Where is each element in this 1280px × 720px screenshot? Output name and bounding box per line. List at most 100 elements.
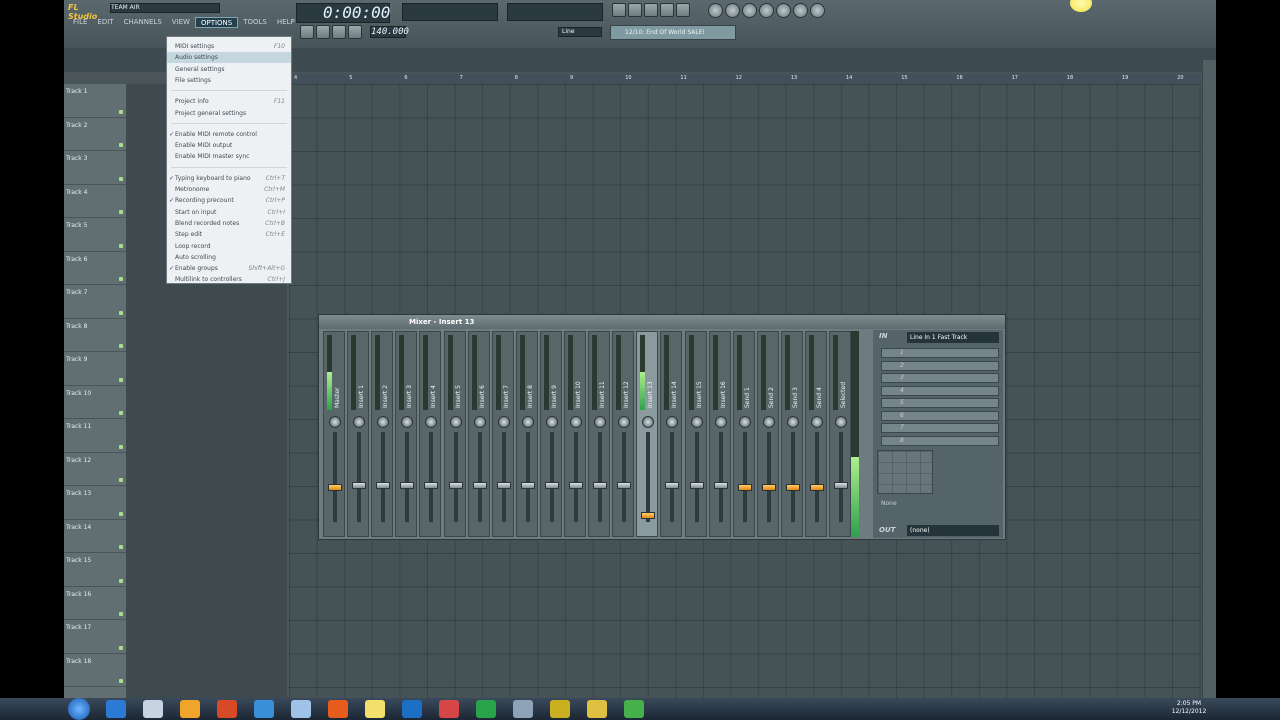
utorrent-icon[interactable]	[476, 700, 496, 718]
media-player-icon[interactable]	[180, 700, 200, 718]
options-menu-item[interactable]: Blend recorded notes Ctrl+B	[167, 218, 291, 229]
track-header[interactable]: Track 8	[64, 319, 126, 352]
track-mute-led[interactable]	[119, 277, 123, 281]
tools-icon[interactable]	[793, 3, 808, 18]
fader-cap[interactable]	[761, 484, 776, 491]
snap-selector[interactable]: Line	[558, 27, 602, 37]
volume-fader[interactable]	[790, 432, 795, 522]
mixer-strip[interactable]: Insert 11	[588, 331, 611, 537]
audition-icon[interactable]	[254, 700, 274, 718]
menu-tools[interactable]: TOOLS	[238, 17, 272, 28]
volume-fader[interactable]	[815, 432, 819, 522]
volume-fader[interactable]	[622, 432, 627, 522]
volume-fader[interactable]	[381, 432, 386, 522]
fx-slot[interactable]: 8	[881, 435, 999, 446]
track-mute-led[interactable]	[119, 444, 123, 449]
fader-cap[interactable]	[617, 482, 632, 489]
pan-knob[interactable]	[835, 416, 848, 428]
mixer-strip[interactable]: Insert 6	[467, 331, 490, 537]
mixer-strip[interactable]: Send 3	[780, 331, 803, 537]
pan-knob[interactable]	[738, 416, 751, 428]
pan-knob[interactable]	[618, 416, 631, 428]
track-header[interactable]: Track 7	[64, 285, 126, 319]
paint-icon[interactable]	[439, 700, 459, 718]
pan-knob[interactable]	[425, 416, 438, 428]
fader-cap[interactable]	[737, 484, 752, 491]
fader-cap[interactable]	[593, 482, 608, 489]
fader-cap[interactable]	[665, 482, 680, 489]
options-menu-item[interactable]: Project general settings	[167, 108, 291, 119]
volume-fader[interactable]	[694, 432, 699, 522]
track-mute-led[interactable]	[119, 411, 123, 415]
track-mute-led[interactable]	[119, 344, 123, 348]
track-mute-led[interactable]	[119, 243, 123, 248]
pan-knob[interactable]	[521, 416, 534, 428]
volume-fader[interactable]	[405, 432, 410, 522]
track-header[interactable]: Track 17	[64, 620, 126, 654]
track-mute-led[interactable]	[119, 645, 123, 650]
track-mute-led[interactable]	[119, 478, 123, 482]
menu-edit[interactable]: EDIT	[92, 17, 118, 28]
track-header[interactable]: Track 11	[64, 419, 126, 453]
options-menu-item[interactable]: ✓ Recording precount Ctrl+P	[167, 195, 291, 206]
track-header[interactable]: Track 6	[64, 252, 126, 285]
options-menu-item[interactable]: ✓ Typing keyboard to piano Ctrl+T	[167, 173, 291, 184]
track-header[interactable]: Track 9	[64, 352, 126, 386]
volume-fader[interactable]	[549, 432, 554, 522]
eq-graph[interactable]	[877, 450, 933, 494]
options-menu-item[interactable]: Enable MIDI output	[167, 140, 291, 151]
track-header[interactable]: Track 5	[64, 218, 126, 252]
volume-fader[interactable]	[525, 432, 530, 522]
ie-icon[interactable]	[106, 700, 126, 718]
pan-knob[interactable]	[786, 416, 799, 428]
mixer-button[interactable]	[676, 3, 690, 17]
options-menu-item[interactable]: Auto scrolling	[167, 252, 291, 263]
volume-fader[interactable]	[574, 432, 578, 522]
fader-cap[interactable]	[713, 482, 728, 489]
track-mute-led[interactable]	[119, 176, 123, 181]
mixer-strip[interactable]: Insert 14	[660, 331, 683, 537]
options-menu-item[interactable]: File settings	[167, 75, 291, 86]
volume-fader[interactable]	[718, 432, 723, 522]
mixer-strip[interactable]: Insert 15	[684, 331, 707, 537]
mixer-strip[interactable]: Insert 12	[612, 331, 635, 537]
fl-studio-task-icon[interactable]	[624, 700, 644, 718]
pat-song-toggle[interactable]	[300, 25, 314, 39]
menu-view[interactable]: VIEW	[167, 17, 195, 28]
undo-icon[interactable]	[708, 3, 723, 18]
track-mute-led[interactable]	[119, 377, 123, 382]
volume-fader[interactable]	[646, 432, 651, 522]
fader-cap[interactable]	[328, 484, 342, 491]
settings-icon[interactable]	[776, 3, 791, 18]
eq-preset[interactable]: None	[881, 500, 897, 507]
pan-knob[interactable]	[642, 416, 655, 428]
mixer-strip[interactable]: Insert 13	[636, 331, 659, 537]
fader-cap[interactable]	[376, 482, 391, 489]
fader-cap[interactable]	[689, 482, 704, 489]
options-menu-item[interactable]: Audio settings	[167, 52, 291, 64]
track-mute-led[interactable]	[119, 679, 123, 683]
track-mute-led[interactable]	[119, 310, 123, 315]
track-mute-led[interactable]	[119, 612, 123, 616]
fader-cap[interactable]	[472, 482, 487, 489]
volume-fader[interactable]	[357, 432, 362, 522]
mixer-strip[interactable]: Send 2	[756, 331, 779, 537]
pan-knob[interactable]	[401, 416, 414, 428]
fader-cap[interactable]	[785, 484, 800, 491]
browser-button[interactable]	[660, 3, 674, 17]
menu-options[interactable]: OPTIONS	[194, 17, 239, 28]
pan-knob[interactable]	[329, 416, 341, 428]
piano-roll-button[interactable]	[644, 3, 658, 17]
options-menu-item[interactable]: General settings	[167, 64, 291, 75]
fader-cap[interactable]	[641, 512, 656, 519]
fader-cap[interactable]	[424, 482, 439, 489]
pan-knob[interactable]	[449, 416, 462, 428]
play-button[interactable]	[316, 25, 330, 39]
track-mute-led[interactable]	[119, 578, 123, 583]
stop-button[interactable]	[332, 25, 346, 39]
playlist-ruler[interactable]: 4 5 6 7 8 9 10 11 12 13 14 15 16 17 18 19 20	[289, 74, 1201, 84]
volume-fader[interactable]	[839, 432, 844, 522]
fx-slot[interactable]: 1	[881, 348, 999, 358]
fader-cap[interactable]	[544, 482, 559, 489]
track-header[interactable]: Track 2	[64, 118, 126, 151]
